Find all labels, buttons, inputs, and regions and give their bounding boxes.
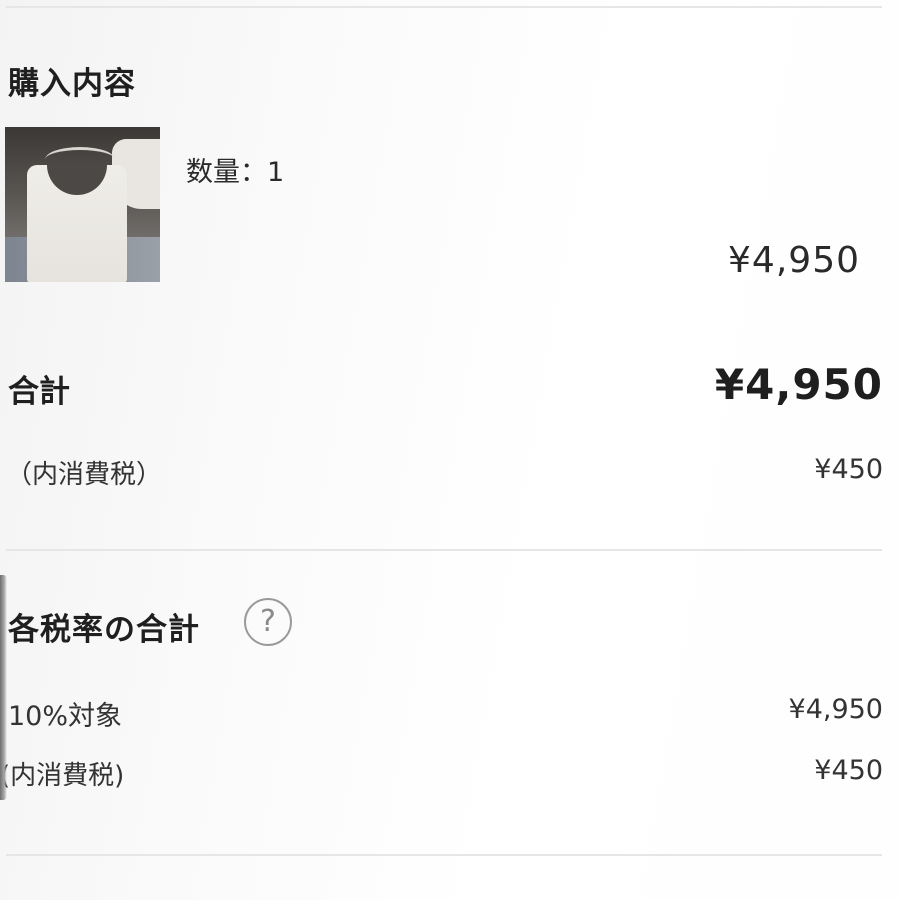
top-divider — [6, 6, 882, 8]
item-price: ¥4,950 — [728, 240, 860, 281]
total-value: ¥4,950 — [714, 360, 883, 409]
help-icon[interactable]: ? — [244, 598, 292, 646]
rate-tax-label: (内消費税) — [0, 761, 125, 791]
bottom-divider — [6, 854, 882, 856]
item-quantity: 数量：1 — [186, 157, 285, 188]
total-label: 合計 — [8, 374, 70, 410]
purchase-section-title: 購入内容 — [8, 66, 136, 102]
rate-10-label: 10%対象 — [8, 701, 123, 732]
product-thumbnail[interactable] — [5, 127, 160, 282]
edge-shadow — [0, 575, 7, 800]
order-summary-page: 購入内容 数量：1 ¥4,950 合計 ¥4,950 （内消費税） ¥450 各… — [0, 0, 900, 900]
section-divider — [6, 549, 882, 551]
consumption-tax-value: ¥450 — [814, 454, 883, 485]
rate-tax-value: ¥450 — [814, 755, 883, 786]
consumption-tax-label: （内消費税） — [6, 460, 163, 490]
rate-10-value: ¥4,950 — [788, 694, 883, 725]
tax-rate-section-title: 各税率の合計 — [8, 612, 200, 648]
